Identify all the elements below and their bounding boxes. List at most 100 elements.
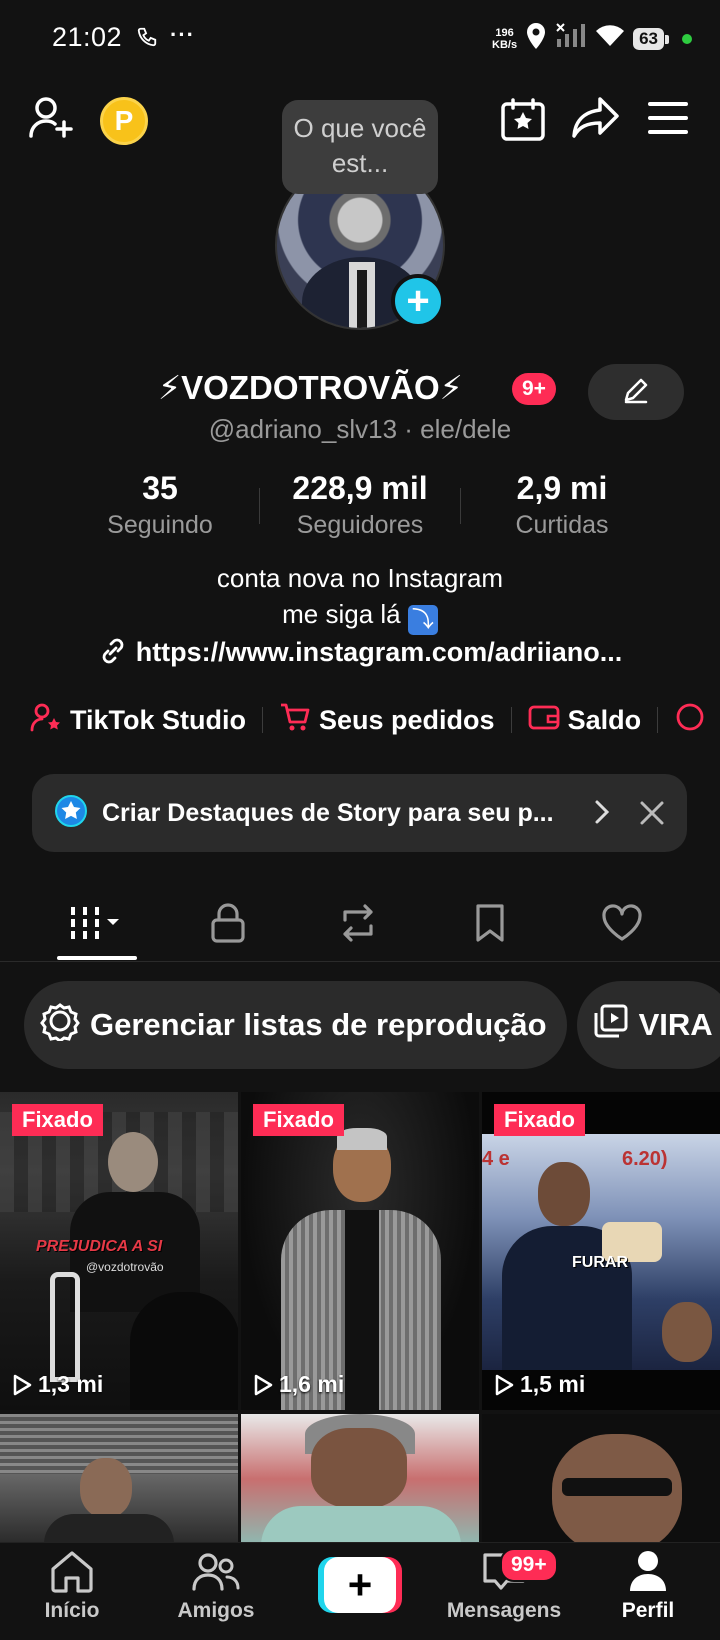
bio-line-text: me siga lá <box>282 599 401 629</box>
banner-text: Criar Destaques de Story para seu p... <box>102 798 554 827</box>
profile-stats: 35 Seguindo 228,9 mil Seguidores 2,9 mi … <box>0 470 720 542</box>
chip-label: VIRA <box>638 1007 713 1042</box>
support-button[interactable] <box>674 702 706 739</box>
messages-badge: 99+ <box>500 1548 558 1582</box>
orders-button[interactable]: Seus pedidos <box>279 702 495 739</box>
tab-liked[interactable] <box>582 890 662 960</box>
heart-icon <box>601 903 643 947</box>
tool-label: Saldo <box>567 704 642 735</box>
profile-bio: conta nova no Instagram me siga lá ⤵ <box>0 560 720 635</box>
stat-value: 2,9 mi <box>516 470 608 506</box>
pencil-icon <box>622 376 650 409</box>
active-tab-indicator <box>57 956 137 960</box>
view-count-text: 1,5 mi <box>520 1371 586 1397</box>
lock-icon <box>210 902 246 948</box>
link-icon <box>98 636 128 673</box>
stat-followers[interactable]: 228,9 mil Seguidores <box>260 470 460 540</box>
phone-icon <box>136 26 158 53</box>
profile-icon <box>628 1549 668 1599</box>
create-button[interactable]: + <box>318 1557 402 1613</box>
video-thumbnail[interactable] <box>241 1414 479 1544</box>
edit-profile-button[interactable] <box>588 364 684 420</box>
video-thumbnail[interactable] <box>482 1414 720 1544</box>
pinned-badge: Fixado <box>494 1104 585 1136</box>
stat-label: Seguindo <box>107 511 213 539</box>
status-time: 21:02 <box>52 22 123 52</box>
cart-icon <box>279 702 311 739</box>
wallet-icon <box>528 702 560 739</box>
view-count: 1,5 mi <box>494 1371 585 1398</box>
speed-unit: KB/s <box>492 38 518 51</box>
stat-likes[interactable]: 2,9 mi Curtidas <box>462 470 662 540</box>
profile-tabs <box>0 890 720 962</box>
star-badge-icon <box>54 794 88 833</box>
bio-line: conta nova no Instagram <box>216 563 504 593</box>
view-count-text: 1,6 mi <box>279 1371 345 1397</box>
tab-videos[interactable] <box>57 890 137 960</box>
nav-label: Amigos <box>177 1599 255 1622</box>
balance-button[interactable]: Saldo <box>528 702 642 739</box>
stat-value: 35 <box>142 470 178 506</box>
signal-icon <box>555 23 587 54</box>
view-count: 1,6 mi <box>253 1371 344 1398</box>
view-count: 1,3 mi <box>12 1371 103 1398</box>
speed-value: 196 <box>495 26 514 39</box>
bio-line: me siga lá ⤵ <box>0 596 720 635</box>
video-overlay-handle: @vozdotrovão <box>86 1260 164 1274</box>
playlist-chip[interactable]: VIRA <box>576 981 720 1069</box>
tool-label: TikTok Studio <box>70 704 247 735</box>
nav-home[interactable]: Início <box>12 1551 132 1623</box>
video-overlay-text: PREJUDICA A SI <box>36 1238 163 1255</box>
stat-label: Seguidores <box>296 511 424 539</box>
playlist-chips: Gerenciar listas de reprodução VIRA <box>24 981 720 1069</box>
video-thumbnail[interactable] <box>0 1414 238 1544</box>
notification-badge[interactable]: 9+ <box>512 373 556 405</box>
chevron-right-icon[interactable] <box>593 798 611 831</box>
bottom-navigation: Início Amigos + Mensagens Perfil <box>0 1542 720 1640</box>
status-more-dots: ··· <box>170 22 195 47</box>
tool-label: Seus pedidos <box>319 704 495 735</box>
arrow-down-emoji: ⤵ <box>407 605 438 635</box>
manage-playlists-chip[interactable]: Gerenciar listas de reprodução <box>24 981 567 1069</box>
gear-icon <box>40 1001 90 1049</box>
tab-reposts[interactable] <box>318 890 398 960</box>
add-story-button[interactable]: + <box>391 274 445 328</box>
pinned-badge: Fixado <box>253 1104 344 1136</box>
repost-icon <box>337 903 379 947</box>
status-tooltip[interactable]: O que você est... <box>282 100 438 194</box>
tab-favorites[interactable] <box>450 890 530 960</box>
playlist-icon <box>593 1003 639 1047</box>
video-overlay-text: 4 e <box>482 1148 510 1170</box>
videos-grid-icon <box>67 903 127 948</box>
nav-friends[interactable]: Amigos <box>156 1551 276 1623</box>
story-highlights-banner[interactable]: Criar Destaques de Story para seu p... <box>32 774 687 852</box>
menu-icon[interactable] <box>648 100 688 141</box>
profile-link[interactable]: https://www.instagram.com/adriiano... <box>0 636 720 673</box>
network-speed: 196 KB/s <box>492 27 517 51</box>
nav-label: Mensagens <box>446 1599 562 1622</box>
add-friend-icon[interactable] <box>28 94 76 147</box>
battery-indicator: 63 <box>633 27 669 50</box>
chip-label: Gerenciar listas de reprodução <box>90 1007 547 1042</box>
view-count-text: 1,3 mi <box>38 1371 104 1397</box>
location-icon <box>525 22 547 55</box>
video-overlay-text: FURAR <box>572 1254 628 1271</box>
headset-icon <box>674 702 706 739</box>
calendar-star-icon[interactable] <box>500 98 546 147</box>
nav-profile[interactable]: Perfil <box>588 1551 708 1623</box>
video-thumbnail[interactable]: PREJUDICA A SI @vozdotrovão Fixado 1,3 m… <box>0 1092 238 1410</box>
close-icon[interactable] <box>639 800 665 831</box>
video-overlay-text: 6.20) <box>622 1148 668 1170</box>
tab-private[interactable] <box>188 890 268 960</box>
nav-label: Início <box>44 1599 100 1622</box>
nav-label: Perfil <box>621 1599 675 1622</box>
tiktok-studio-button[interactable]: TikTok Studio <box>30 702 246 739</box>
profile-name: ⚡VOZDOTROVÃO⚡ <box>158 369 463 406</box>
share-icon[interactable] <box>572 96 620 145</box>
coin-icon[interactable]: P <box>100 97 148 145</box>
video-thumbnail[interactable]: 4 e 6.20) FURAR Fixado 1,5 mi <box>482 1092 720 1410</box>
friends-icon <box>191 1549 241 1599</box>
video-thumbnail[interactable]: Fixado 1,6 mi <box>241 1092 479 1410</box>
stat-following[interactable]: 35 Seguindo <box>60 470 260 540</box>
privacy-dot <box>682 33 692 44</box>
